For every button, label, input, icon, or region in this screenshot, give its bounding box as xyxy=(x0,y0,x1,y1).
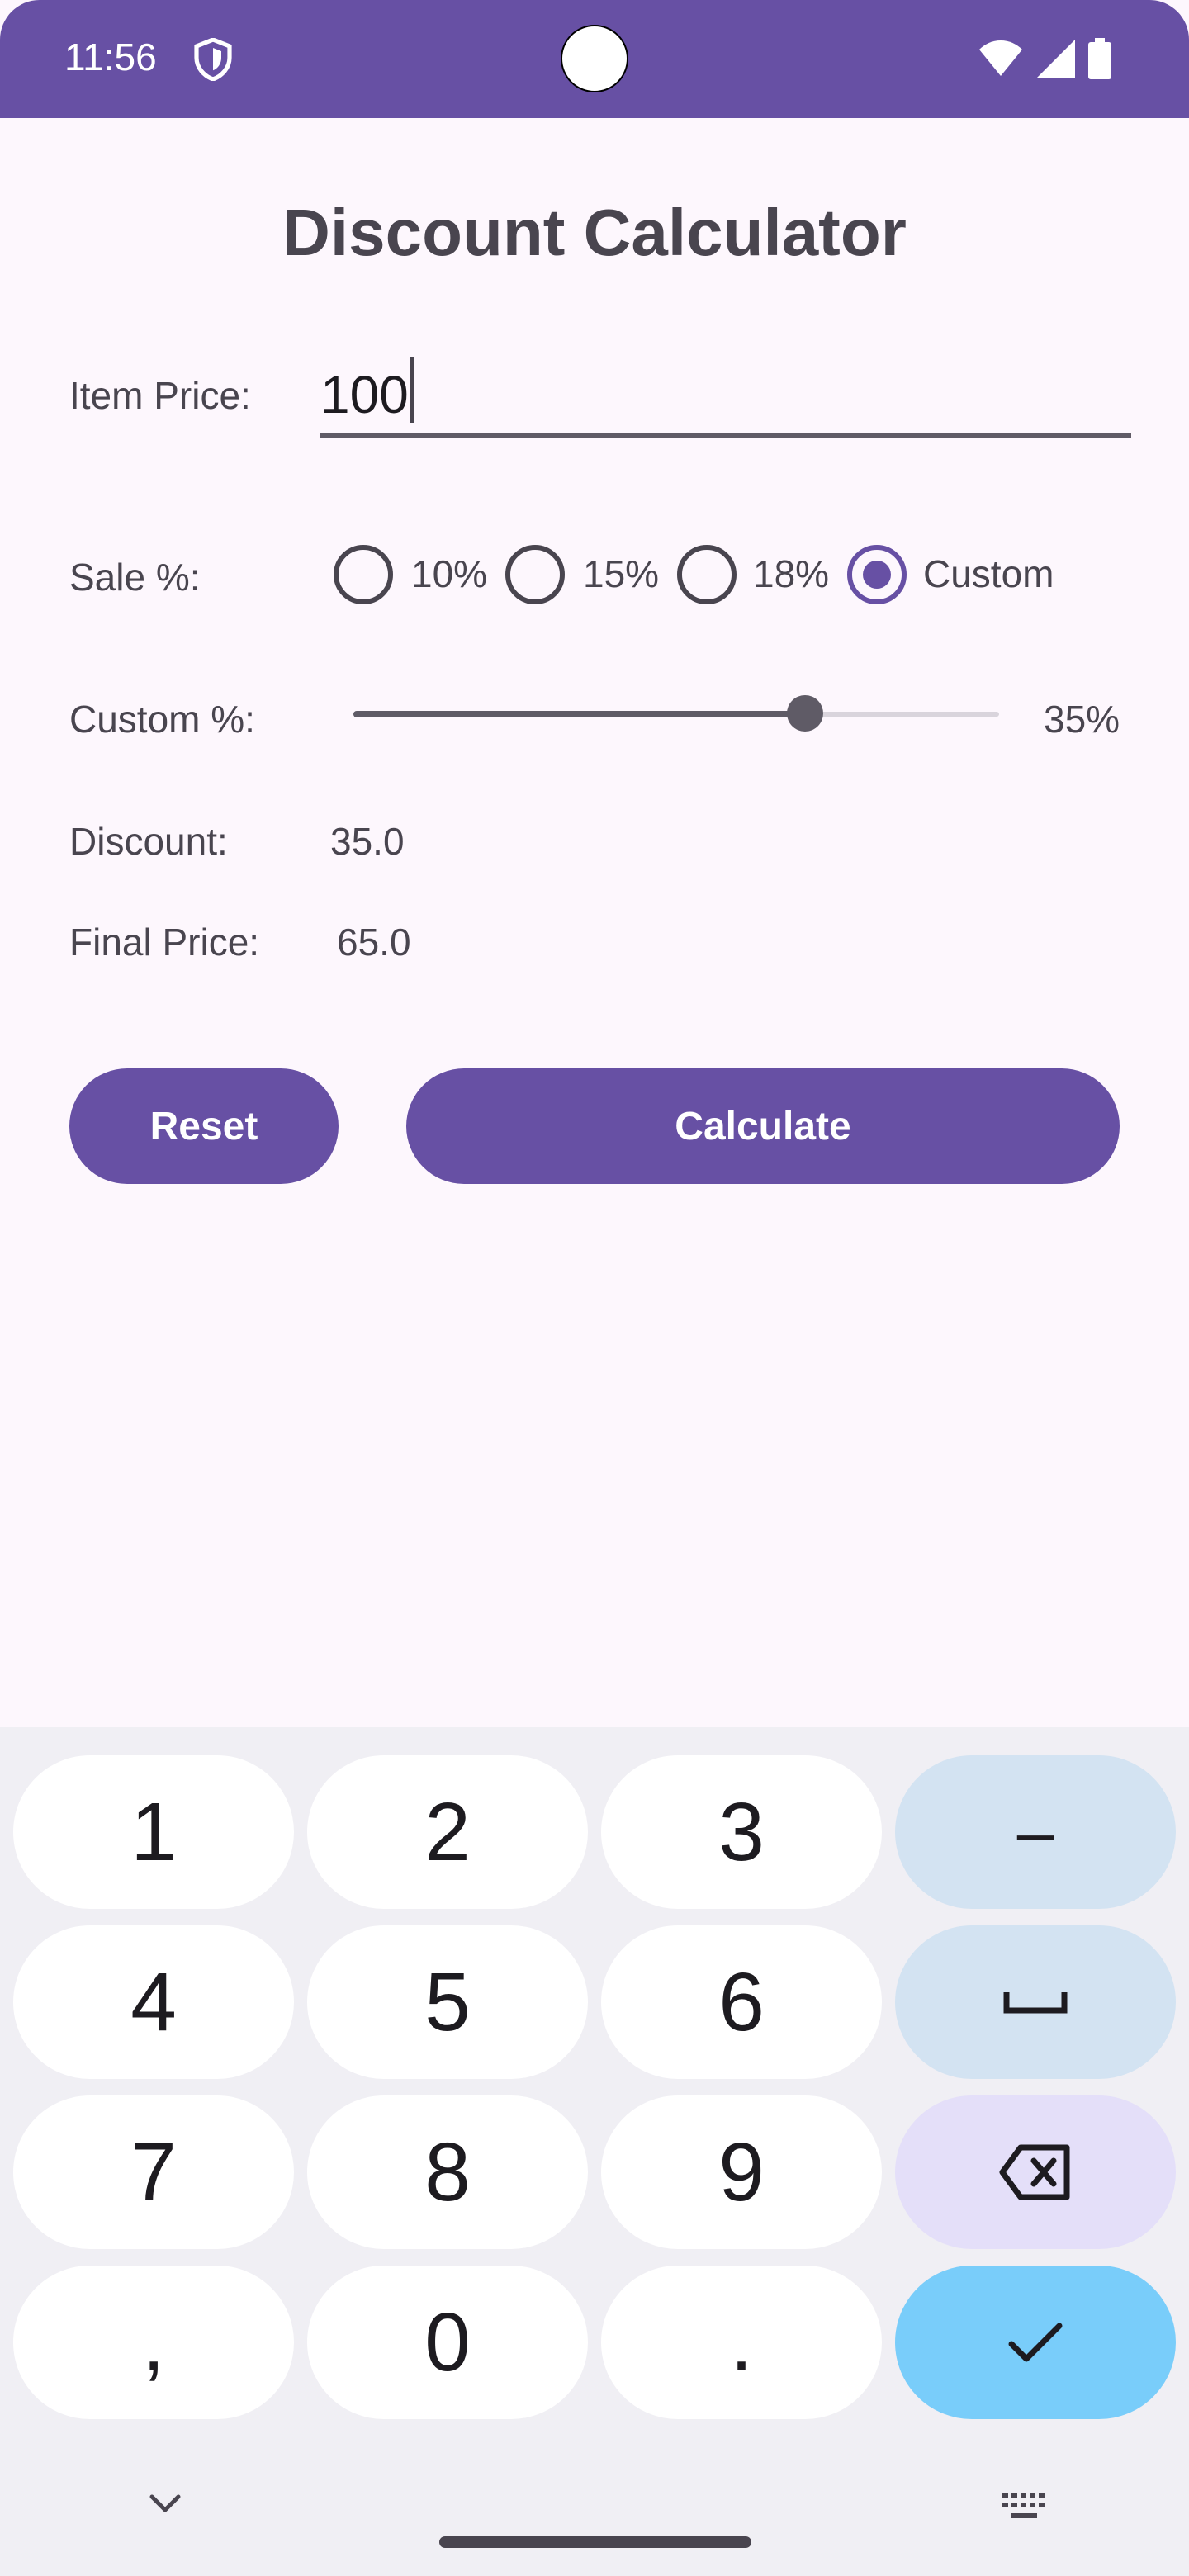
key-3[interactable]: 3 xyxy=(601,1755,882,1909)
key-9[interactable]: 9 xyxy=(601,2095,882,2249)
key-0[interactable]: 0 xyxy=(307,2266,588,2419)
radio-10-label[interactable]: 10% xyxy=(411,552,487,596)
sale-label: Sale %: xyxy=(69,556,201,599)
custom-percent-value: 35% xyxy=(1044,698,1120,741)
radio-18-label[interactable]: 18% xyxy=(753,552,829,596)
calculate-button[interactable]: Calculate xyxy=(406,1068,1120,1184)
reset-button[interactable]: Reset xyxy=(69,1068,339,1184)
key-5[interactable]: 5 xyxy=(307,1925,588,2079)
radio-10[interactable] xyxy=(334,545,393,604)
custom-percent-label: Custom %: xyxy=(69,698,255,741)
final-price-value: 65.0 xyxy=(337,921,411,964)
text-cursor xyxy=(410,357,414,423)
key-1[interactable]: 1 xyxy=(13,1755,294,1909)
key-8[interactable]: 8 xyxy=(307,2095,588,2249)
discount-value: 35.0 xyxy=(330,820,405,863)
keyboard-icon[interactable] xyxy=(1001,2492,1047,2523)
checkmark-icon xyxy=(1008,2323,1063,2362)
key-enter[interactable] xyxy=(895,2266,1176,2419)
item-price-label: Item Price: xyxy=(69,374,251,417)
key-comma[interactable]: , xyxy=(13,2266,294,2419)
key-backspace[interactable] xyxy=(895,2095,1176,2249)
signal-icon xyxy=(1037,40,1075,78)
wifi-icon xyxy=(979,40,1022,76)
home-indicator[interactable] xyxy=(439,2536,751,2548)
status-bar: 11:56 xyxy=(0,0,1189,118)
radio-custom-label[interactable]: Custom xyxy=(923,552,1054,596)
key-period[interactable]: . xyxy=(601,2266,882,2419)
custom-percent-slider[interactable] xyxy=(353,695,999,733)
radio-15[interactable] xyxy=(505,545,565,604)
chevron-down-icon[interactable] xyxy=(147,2492,183,2517)
final-price-label: Final Price: xyxy=(69,921,260,964)
radio-custom[interactable] xyxy=(847,545,907,604)
shield-icon xyxy=(194,38,232,81)
radio-15-label[interactable]: 15% xyxy=(583,552,659,596)
discount-label: Discount: xyxy=(69,820,228,863)
space-icon xyxy=(1003,1992,1068,2014)
key-4[interactable]: 4 xyxy=(13,1925,294,2079)
slider-track-fill xyxy=(353,711,806,717)
key-7[interactable]: 7 xyxy=(13,2095,294,2249)
item-price-input[interactable]: 100 xyxy=(320,347,1131,438)
key-space[interactable] xyxy=(895,1925,1176,2079)
slider-thumb[interactable] xyxy=(787,695,824,732)
status-time: 11:56 xyxy=(64,36,157,78)
reset-button-label: Reset xyxy=(149,1104,258,1148)
key-2[interactable]: 2 xyxy=(307,1755,588,1909)
backspace-icon xyxy=(999,2144,1070,2200)
page-title: Discount Calculator xyxy=(282,196,907,269)
key-minus[interactable]: – xyxy=(895,1755,1176,1909)
battery-icon xyxy=(1088,38,1111,79)
camera-cutout xyxy=(561,25,628,92)
key-6[interactable]: 6 xyxy=(601,1925,882,2079)
item-price-value: 100 xyxy=(320,365,409,424)
radio-18[interactable] xyxy=(677,545,737,604)
calculate-button-label: Calculate xyxy=(675,1104,851,1148)
